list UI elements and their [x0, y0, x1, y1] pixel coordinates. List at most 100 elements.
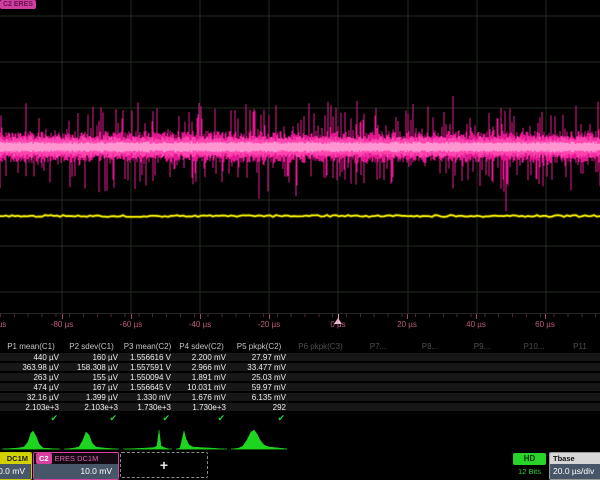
- measure-row: 263 µV155 µV1.550094 V1.891 mV25.03 mV: [0, 373, 600, 383]
- measure-value: [456, 393, 508, 403]
- status-check-icon: ✔: [174, 413, 229, 426]
- axis-tick-label: -100 µs: [0, 320, 23, 329]
- measure-value: 363.98 µV: [0, 363, 62, 373]
- measure-value: 59.97 mV: [229, 383, 289, 393]
- measure-value: [289, 403, 352, 413]
- measure-value: [508, 363, 560, 373]
- histicon-p2: [62, 427, 121, 452]
- c2-label: C2: [36, 453, 52, 464]
- param-header-p4[interactable]: P4 sdev(C2): [174, 341, 229, 353]
- status-check-icon: ✔: [229, 413, 289, 426]
- measure-value: [508, 353, 560, 363]
- histicon-p4: [174, 427, 229, 452]
- histicon-row: [0, 427, 600, 452]
- histicon-p3: [121, 427, 174, 452]
- histicon-p1: [0, 427, 62, 452]
- measure-row: 440 µV160 µV1.556616 V2.200 mV27.97 mV: [0, 353, 600, 363]
- waveform-display[interactable]: C2 ERES: [0, 0, 600, 313]
- status-check-icon: [352, 413, 404, 426]
- waveform-traces: [0, 0, 600, 313]
- measure-value: 2.966 mV: [174, 363, 229, 373]
- axis-tick-label: -60 µs: [101, 320, 161, 329]
- measure-value: [352, 383, 404, 393]
- trigger-time-marker-icon[interactable]: [334, 318, 342, 324]
- measure-value: [289, 393, 352, 403]
- param-header-p7[interactable]: P7...: [352, 341, 404, 353]
- measure-value: [560, 383, 600, 393]
- status-check-icon: [508, 413, 560, 426]
- measure-value: 10.031 mV: [174, 383, 229, 393]
- measure-value: 33.477 mV: [229, 363, 289, 373]
- axis-major-tick: [545, 314, 546, 319]
- hd-mode-badge[interactable]: HD: [513, 453, 546, 465]
- measure-value: [404, 373, 456, 383]
- c1-vdiv: 10.0 mV: [0, 464, 31, 479]
- status-check-icon: [404, 413, 456, 426]
- measure-value: 1.330 mV: [121, 393, 174, 403]
- measure-value: 2.103e+3: [62, 403, 121, 413]
- measure-value: 158.308 µV: [62, 363, 121, 373]
- axis-major-tick: [269, 314, 270, 319]
- c2-vdiv: 10.0 mV: [34, 464, 118, 479]
- histicon-p5: [229, 427, 289, 452]
- axis-tick-label: 20 µs: [377, 320, 437, 329]
- measure-value: [404, 383, 456, 393]
- param-header-p9[interactable]: P9...: [456, 341, 508, 353]
- measure-row: 474 µV167 µV1.556645 V10.031 mV59.97 mV: [0, 383, 600, 393]
- axis-tick-label: -40 µs: [170, 320, 230, 329]
- channel-c1-descriptor[interactable]: C1 DC1M 10.0 mV: [0, 452, 32, 480]
- measure-value: [508, 383, 560, 393]
- measure-value: [560, 403, 600, 413]
- measure-value: [560, 393, 600, 403]
- measure-row: 363.98 µV158.308 µV1.557591 V2.966 mV33.…: [0, 363, 600, 373]
- status-check-icon: ✔: [62, 413, 121, 426]
- trace-label-badge: C2 ERES: [0, 0, 36, 9]
- axis-major-tick: [131, 314, 132, 319]
- param-header-p3[interactable]: P3 mean(C2): [121, 341, 174, 353]
- channel-c2-descriptor[interactable]: C2 ERES DC1M 10.0 mV: [33, 452, 119, 480]
- measure-value: 1.550094 V: [121, 373, 174, 383]
- measure-value: [508, 373, 560, 383]
- param-header-p1[interactable]: P1 mean(C1): [0, 341, 62, 353]
- measure-value: [352, 403, 404, 413]
- param-header-p10[interactable]: P10...: [508, 341, 560, 353]
- measure-value: 167 µV: [62, 383, 121, 393]
- measure-value: [352, 393, 404, 403]
- measure-value: [456, 403, 508, 413]
- param-header-p5[interactable]: P5 pkpk(C2): [229, 341, 289, 353]
- measure-row: 32.16 µV1.399 µV1.330 mV1.676 mV6.135 mV: [0, 393, 600, 403]
- measure-value: [560, 353, 600, 363]
- measure-value: [352, 353, 404, 363]
- measure-value: 160 µV: [62, 353, 121, 363]
- measure-value: [404, 353, 456, 363]
- timebase-descriptor[interactable]: Tbase 20.0 µs/div: [549, 452, 600, 480]
- measure-value: [508, 403, 560, 413]
- add-trace-button[interactable]: +: [120, 452, 208, 478]
- param-header-p8[interactable]: P8...: [404, 341, 456, 353]
- time-axis: -100 µs-80 µs-60 µs-40 µs-20 µs0 µs20 µs…: [0, 313, 600, 342]
- measure-value: [560, 363, 600, 373]
- status-check-icon: ✔: [0, 413, 62, 426]
- measure-value: [404, 403, 456, 413]
- tbase-value: 20.0 µs/div: [550, 464, 600, 479]
- measure-value: 1.676 mV: [174, 393, 229, 403]
- measure-value: [352, 373, 404, 383]
- measure-value: [289, 363, 352, 373]
- measure-value: 1.730e+3: [121, 403, 174, 413]
- axis-tick-label: 40 µs: [446, 320, 506, 329]
- param-header-p2[interactable]: P2 sdev(C1): [62, 341, 121, 353]
- descriptor-strip: C1 DC1M 10.0 mV C2 ERES DC1M 10.0 mV + H…: [0, 452, 600, 480]
- measure-value: 474 µV: [0, 383, 62, 393]
- measure-table: P1 mean(C1)P2 sdev(C1)P3 mean(C2)P4 sdev…: [0, 341, 600, 426]
- param-header-p6[interactable]: P6 pkpk(C3): [289, 341, 352, 353]
- minor-ticks: [0, 314, 600, 317]
- measure-value: 440 µV: [0, 353, 62, 363]
- measure-value: 6.135 mV: [229, 393, 289, 403]
- measure-value: 155 µV: [62, 373, 121, 383]
- measure-value: [560, 373, 600, 383]
- measure-value: 1.557591 V: [121, 363, 174, 373]
- tbase-label: Tbase: [553, 453, 575, 464]
- measure-row: 2.103e+32.103e+31.730e+31.730e+3292: [0, 403, 600, 413]
- param-header-p11[interactable]: P11: [560, 341, 600, 353]
- measure-value: [456, 373, 508, 383]
